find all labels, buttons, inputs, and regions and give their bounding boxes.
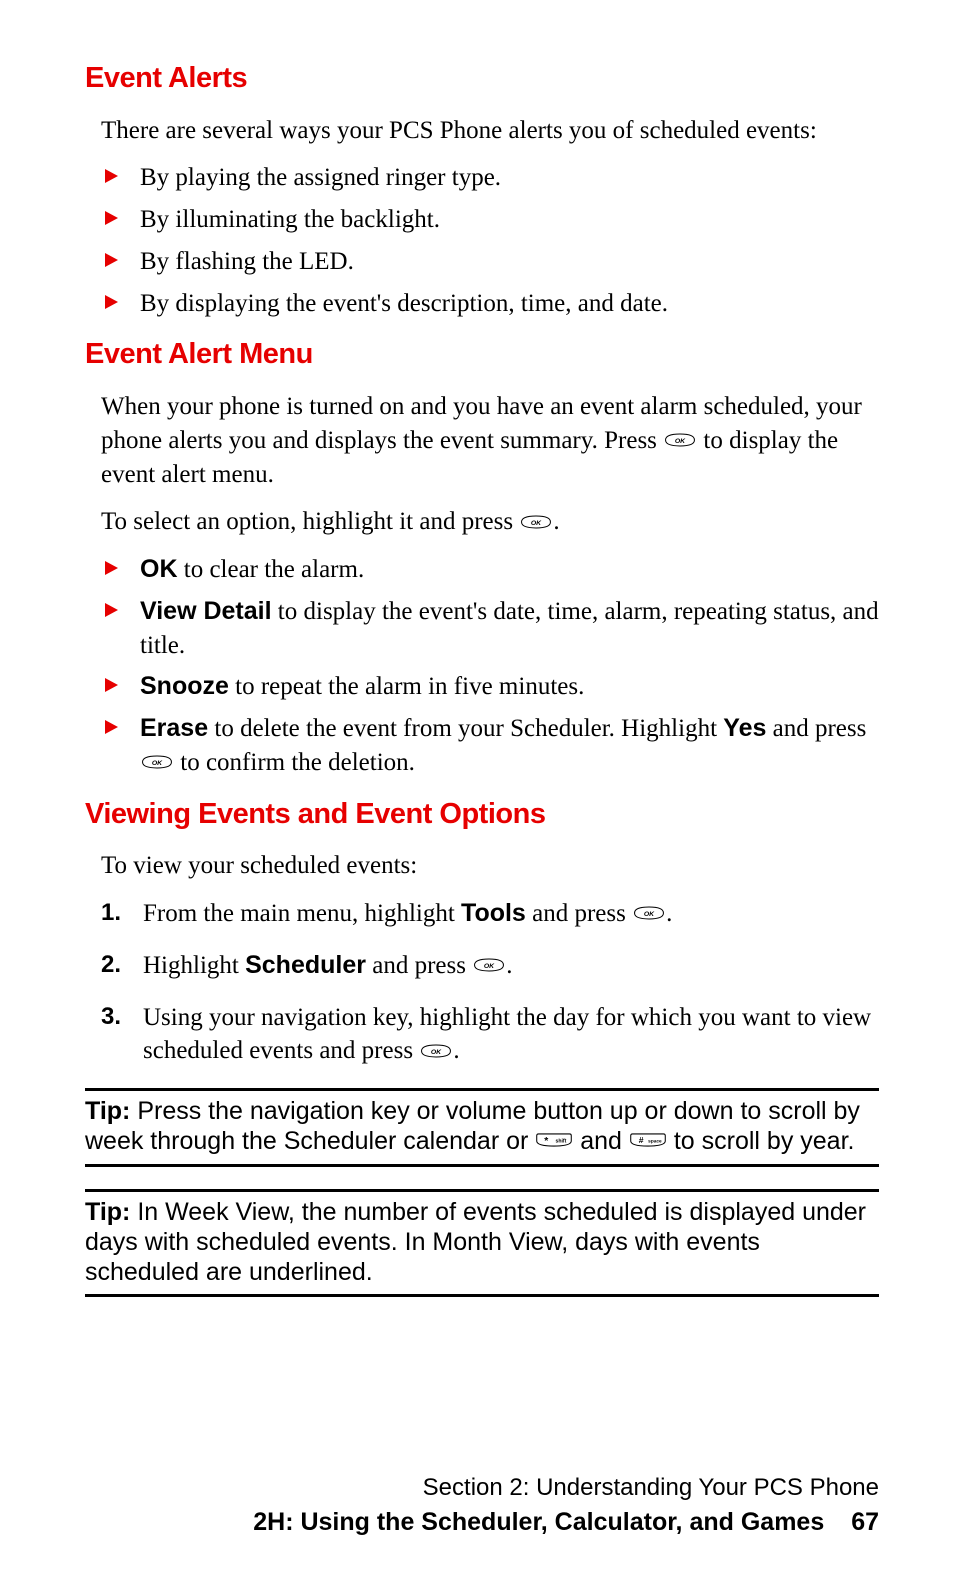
ok-button-icon <box>632 905 666 921</box>
footer-chapter-title: 2H: Using the Scheduler, Calculator, and… <box>0 1506 879 1539</box>
step-text: From the main menu, highlight <box>143 900 461 927</box>
hash-space-key-icon <box>629 1125 667 1155</box>
list-item: View Detail to display the event's date,… <box>101 595 879 663</box>
tip-text: and <box>573 1127 629 1155</box>
page-number: 67 <box>851 1506 879 1539</box>
ok-button-icon <box>419 1043 453 1059</box>
heading-event-alerts: Event Alerts <box>85 60 879 98</box>
option-desc: and press <box>766 715 866 742</box>
list-item: By flashing the LED. <box>101 245 879 279</box>
list-item-text: By illuminating the backlight. <box>140 206 440 233</box>
tip-box-1: Tip: Press the navigation key or volume … <box>85 1088 879 1167</box>
event-alerts-list: By playing the assigned ringer type. By … <box>101 161 879 320</box>
list-item: By playing the assigned ringer type. <box>101 161 879 195</box>
step-text: Highlight <box>143 952 245 979</box>
option-desc: to clear the alarm. <box>178 556 365 583</box>
tip-label: Tip: <box>85 1198 130 1226</box>
list-item: By displaying the event's description, t… <box>101 287 879 321</box>
list-item: Snooze to repeat the alarm in five minut… <box>101 670 879 704</box>
step-text: and press <box>366 952 472 979</box>
heading-viewing-events: Viewing Events and Event Options <box>85 796 879 834</box>
step-item: From the main menu, highlight Tools and … <box>101 897 879 931</box>
step-text: and press <box>526 900 632 927</box>
list-item: Erase to delete the event from your Sche… <box>101 712 879 780</box>
footer-section-title: Section 2: Understanding Your PCS Phone <box>0 1472 879 1503</box>
heading-event-alert-menu: Event Alert Menu <box>85 336 879 374</box>
step-text: . <box>506 952 512 979</box>
star-shift-key-icon <box>535 1125 573 1155</box>
para-text: To select an option, highlight it and pr… <box>101 508 519 535</box>
option-name: OK <box>140 555 178 583</box>
option-desc: to confirm the deletion. <box>174 749 415 776</box>
step-item: Using your navigation key, highlight the… <box>101 1001 879 1069</box>
list-item: OK to clear the alarm. <box>101 553 879 587</box>
ok-button-icon <box>663 432 697 448</box>
event-alerts-intro: There are several ways your PCS Phone al… <box>101 114 879 148</box>
list-item-text: By playing the assigned ringer type. <box>140 164 501 191</box>
event-alert-menu-list: OK to clear the alarm. View Detail to di… <box>101 553 879 780</box>
step-text: . <box>453 1037 459 1064</box>
option-name: Snooze <box>140 672 229 700</box>
list-item-text: By displaying the event's description, t… <box>140 290 668 317</box>
tip-box-2: Tip: In Week View, the number of events … <box>85 1189 879 1297</box>
option-desc: to delete the event from your Scheduler.… <box>208 715 723 742</box>
tip-text: In Week View, the number of events sched… <box>85 1198 866 1286</box>
step-bold: Tools <box>461 899 526 927</box>
page-footer: Section 2: Understanding Your PCS Phone … <box>0 1472 954 1538</box>
step-text: . <box>666 900 672 927</box>
viewing-steps: From the main menu, highlight Tools and … <box>101 897 879 1068</box>
event-alert-menu-para2: To select an option, highlight it and pr… <box>101 505 879 539</box>
option-yes: Yes <box>723 714 766 742</box>
ok-button-icon <box>519 514 553 530</box>
option-desc: to repeat the alarm in five minutes. <box>229 673 584 700</box>
list-item-text: By flashing the LED. <box>140 248 354 275</box>
step-bold: Scheduler <box>245 951 366 979</box>
step-item: Highlight Scheduler and press . <box>101 949 879 983</box>
footer-chapter-text: 2H: Using the Scheduler, Calculator, and… <box>253 1508 824 1536</box>
list-item: By illuminating the backlight. <box>101 203 879 237</box>
ok-button-icon <box>140 754 174 770</box>
step-text: Using your navigation key, highlight the… <box>143 1004 871 1065</box>
tip-text: to scroll by year. <box>667 1127 855 1155</box>
tip-label: Tip: <box>85 1097 130 1125</box>
event-alert-menu-para1: When your phone is turned on and you hav… <box>101 390 879 491</box>
viewing-intro: To view your scheduled events: <box>101 849 879 883</box>
ok-button-icon <box>472 957 506 973</box>
option-name: View Detail <box>140 597 272 625</box>
para-text: . <box>553 508 559 535</box>
option-name: Erase <box>140 714 208 742</box>
